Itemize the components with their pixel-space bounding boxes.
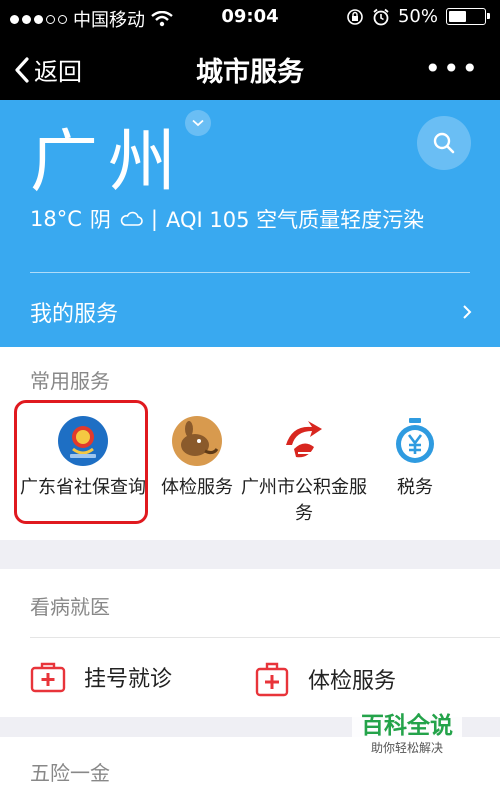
status-bar: 中国移动 09:04 50% [0, 0, 500, 34]
section-title-common: 常用服务 [30, 369, 110, 393]
common-services-section: 常用服务 广东省社保查询 体检服务 广州市公积金服务 税务 [0, 347, 500, 540]
medical-section: 看病就医 挂号就诊 体检服务 [0, 569, 500, 717]
section-title-insurance: 五险一金 [30, 761, 110, 785]
navigation-bar: 返回 城市服务 ••• [0, 34, 500, 100]
battery-icon [446, 8, 490, 25]
service-label: 税务 [397, 477, 433, 498]
watermark-subtitle: 助你轻松解决 [370, 741, 443, 755]
weather-separator: | [150, 207, 158, 231]
service-registration[interactable]: 挂号就诊 [30, 661, 172, 693]
chevron-down-icon [192, 119, 204, 127]
status-right-group: 50% [346, 6, 490, 27]
tax-yen-icon [389, 415, 441, 467]
battery-fill [449, 11, 466, 22]
first-aid-kit-icon [30, 662, 66, 693]
city-header: 广州 18°C 阴 | AQI 105 空气质量轻度污染 我的服务 [0, 100, 500, 347]
city-switch-button[interactable] [185, 110, 211, 136]
air-quality: AQI 105 空气质量轻度污染 [165, 208, 425, 232]
social-insurance-emblem-icon [57, 415, 109, 467]
weather-info: 18°C 阴 | AQI 105 空气质量轻度污染 [30, 204, 424, 234]
my-service-row[interactable]: 我的服务 [30, 296, 472, 328]
watermark-title: 百科全说 [361, 713, 453, 739]
divider [30, 272, 470, 273]
chevron-right-icon [463, 305, 472, 319]
battery-percent: 50% [397, 6, 438, 27]
service-tax[interactable]: 税务 [345, 415, 485, 501]
search-icon [433, 132, 455, 154]
my-service-label: 我的服务 [30, 302, 119, 327]
cloud-icon [120, 211, 143, 226]
service-label: 挂号就诊 [84, 667, 173, 692]
service-medical-checkup[interactable]: 体检服务 [254, 661, 396, 697]
alarm-icon [373, 8, 389, 25]
city-name: 广州 [30, 123, 187, 202]
weather-condition: 阴 [89, 208, 111, 232]
section-title-medical: 看病就医 [30, 595, 110, 619]
service-label: 体检服务 [308, 669, 397, 694]
temperature: 18°C [30, 207, 82, 231]
more-menu-icon[interactable]: ••• [424, 52, 480, 85]
medical-checkup-icon [255, 662, 289, 697]
watermark: 百科全说 助你轻松解决 [352, 712, 462, 764]
health-check-animal-icon [171, 415, 223, 467]
rotation-lock-icon [347, 8, 363, 25]
divider [30, 637, 500, 638]
housing-fund-logo-icon [278, 415, 330, 467]
search-button[interactable] [417, 116, 471, 170]
